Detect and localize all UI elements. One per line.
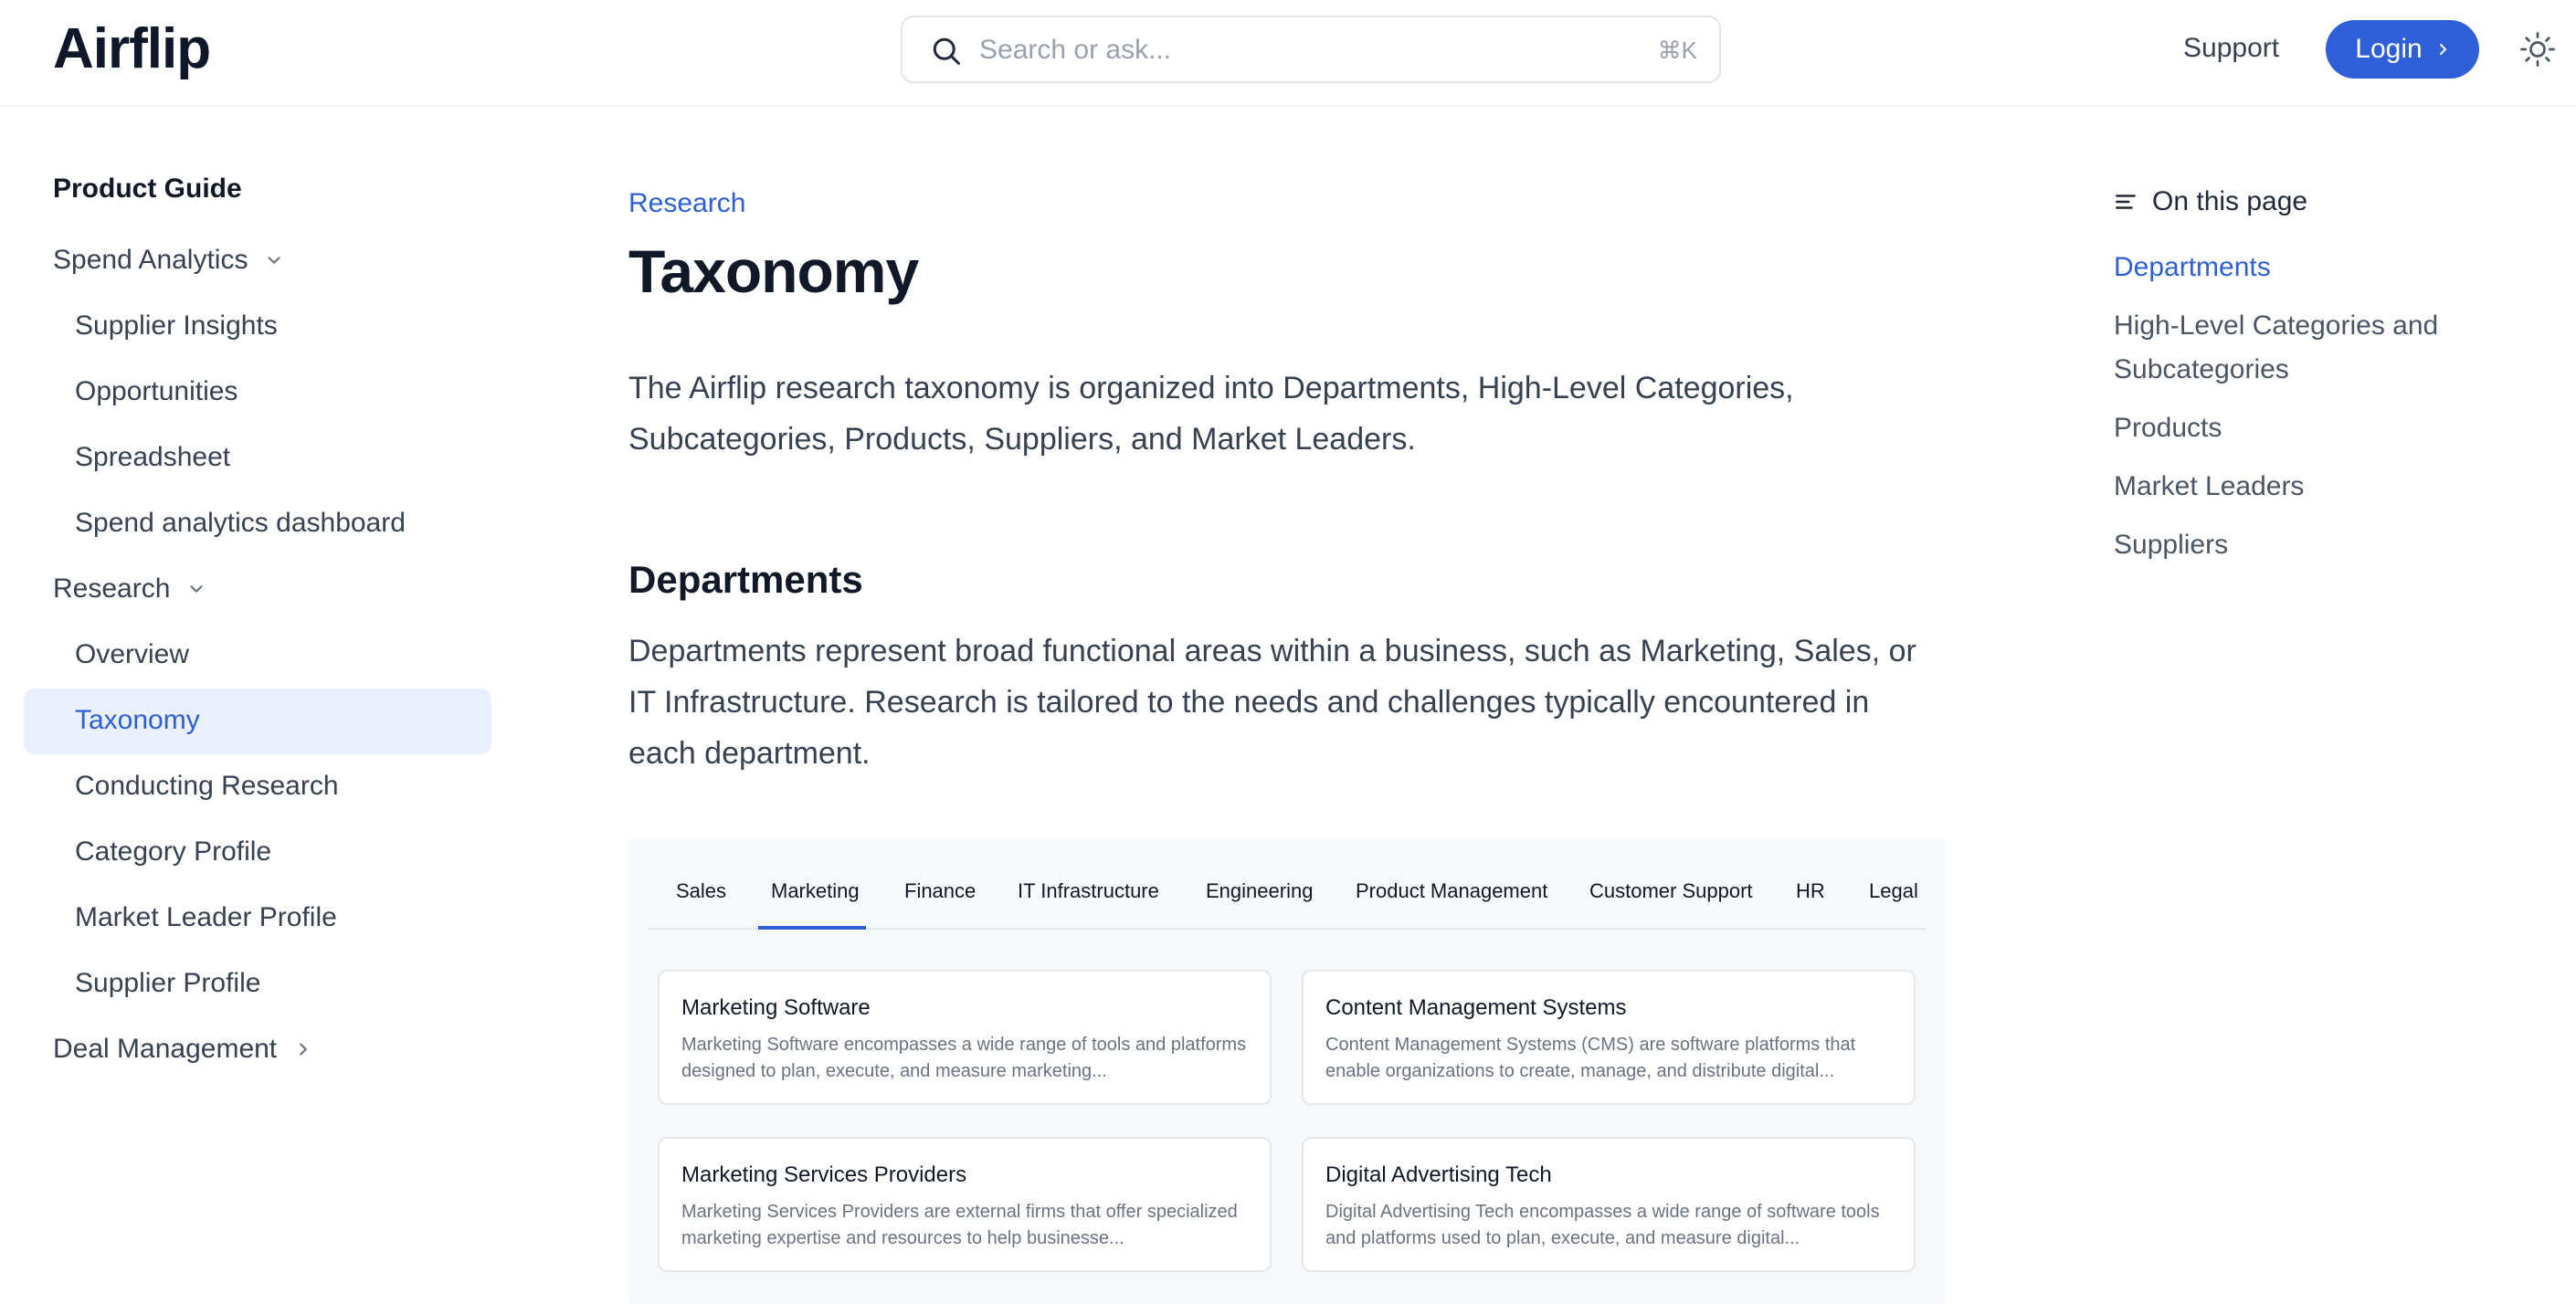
sidebar-item-label: Spreadsheet: [75, 442, 231, 472]
active-tab-indicator: [758, 926, 866, 930]
chevron-down-icon: [190, 585, 204, 593]
chevron-right-icon: [2439, 44, 2446, 55]
sidebar-item-conducting-research[interactable]: Conducting Research: [75, 768, 339, 804]
list-icon: [2116, 195, 2136, 209]
airflip-logo[interactable]: Airflip: [53, 13, 211, 86]
login-button-label: Login: [2355, 34, 2423, 64]
tab-customer-support[interactable]: Customer Support: [1589, 873, 1753, 910]
sidebar-item-market-leader-profile[interactable]: Market Leader Profile: [75, 899, 337, 936]
sidebar-item-taxonomy[interactable]: Taxonomy: [75, 702, 200, 739]
card-description: Marketing Services Providers are externa…: [681, 1202, 1238, 1248]
toc-item-departments[interactable]: Departments: [2114, 246, 2497, 289]
support-link[interactable]: Support: [2183, 29, 2279, 68]
category-card[interactable]: Marketing Services Providers Marketing S…: [658, 1137, 1272, 1272]
departments-paragraph: Departments represent broad functional a…: [628, 634, 1916, 771]
tab-hr[interactable]: HR: [1796, 873, 1825, 910]
tab-engineering[interactable]: Engineering: [1206, 873, 1313, 910]
card-description: Marketing Software encompasses a wide ra…: [681, 1035, 1247, 1081]
sidebar-item-spend-analytics[interactable]: Spend Analytics: [53, 242, 284, 279]
department-tabs-panel: Sales Marketing Finance IT Infrastructur…: [628, 838, 1946, 1304]
section-heading-departments: Departments: [628, 558, 863, 601]
sidebar-item-label: Taxonomy: [75, 705, 200, 735]
sidebar-item-opportunities[interactable]: Opportunities: [75, 373, 238, 410]
category-card[interactable]: Marketing Software Marketing Software en…: [658, 970, 1272, 1105]
sun-icon[interactable]: [2519, 31, 2556, 68]
toc-item-suppliers[interactable]: Suppliers: [2114, 523, 2497, 567]
search-icon: [933, 37, 960, 65]
sidebar-item-category-profile[interactable]: Category Profile: [75, 834, 271, 870]
tab-legal[interactable]: Legal: [1869, 873, 1918, 910]
tab-finance[interactable]: Finance: [904, 873, 976, 910]
tab-it-infrastructure[interactable]: IT Infrastructure: [1018, 873, 1159, 910]
search-placeholder: Search or ask...: [979, 35, 1172, 65]
sidebar-item-supplier-insights[interactable]: Supplier Insights: [75, 308, 278, 344]
sidebar-item-label: Conducting Research: [75, 771, 339, 801]
toc-item-high-level-categories[interactable]: High-Level Categories and Subcategories: [2114, 304, 2497, 392]
card-description: Content Management Systems (CMS) are sof…: [1325, 1035, 1856, 1081]
card-title: Digital Advertising Tech: [1325, 1162, 1552, 1187]
card-description: Digital Advertising Tech encompasses a w…: [1325, 1202, 1880, 1248]
intro-paragraph: The Airflip research taxonomy is organiz…: [628, 371, 1794, 457]
tab-marketing[interactable]: Marketing: [771, 873, 860, 910]
chevron-right-icon: [300, 1043, 308, 1056]
tab-sales[interactable]: Sales: [676, 873, 726, 910]
sidebar-item-label: Market Leader Profile: [75, 902, 337, 932]
sidebar-item-label: Overview: [75, 639, 190, 669]
breadcrumb[interactable]: Research: [628, 185, 745, 222]
sidebar-item-supplier-profile[interactable]: Supplier Profile: [75, 965, 260, 1002]
top-header: Airflip Search or ask... ⌘K Support Logi…: [0, 0, 2576, 107]
card-title: Marketing Services Providers: [681, 1162, 967, 1187]
category-card[interactable]: Content Management Systems Content Manag…: [1302, 970, 1916, 1105]
toc-heading: On this page: [2114, 184, 2307, 220]
sidebar-item-label: Research: [53, 573, 171, 604]
sidebar-title: Product Guide: [53, 174, 242, 204]
search-input[interactable]: Search or ask... ⌘K: [901, 16, 1721, 83]
toc-heading-label: On this page: [2152, 186, 2308, 216]
toc-item-market-leaders[interactable]: Market Leaders: [2114, 465, 2497, 509]
department-tab-bar: Sales Marketing Finance IT Infrastructur…: [649, 857, 1926, 930]
search-shortcut-hint: ⌘K: [1657, 37, 1697, 64]
toc-item-products[interactable]: Products: [2114, 406, 2497, 450]
page-title: Taxonomy: [628, 237, 919, 305]
login-button[interactable]: Login: [2326, 20, 2479, 79]
sidebar-item-label: Spend Analytics: [53, 245, 248, 275]
sidebar-item-label: Deal Management: [53, 1034, 278, 1064]
sidebar-item-label: Supplier Profile: [75, 968, 261, 998]
sidebar-item-research[interactable]: Research: [53, 571, 206, 607]
card-title: Marketing Software: [681, 995, 871, 1020]
tab-product-management[interactable]: Product Management: [1356, 873, 1547, 910]
sidebar-item-label: Spend analytics dashboard: [75, 508, 406, 538]
sidebar-item-label: Opportunities: [75, 376, 238, 406]
sidebar-item-label: Category Profile: [75, 836, 272, 867]
chevron-down-icon: [268, 257, 281, 264]
sidebar-item-deal-management[interactable]: Deal Management: [53, 1031, 313, 1067]
sidebar-item-overview[interactable]: Overview: [75, 636, 189, 673]
category-card[interactable]: Digital Advertising Tech Digital Adverti…: [1302, 1137, 1916, 1272]
card-title: Content Management Systems: [1325, 995, 1627, 1020]
sidebar-item-spreadsheet[interactable]: Spreadsheet: [75, 439, 230, 476]
sidebar-item-spend-analytics-dashboard[interactable]: Spend analytics dashboard: [75, 505, 406, 542]
sidebar-item-label: Supplier Insights: [75, 310, 278, 341]
